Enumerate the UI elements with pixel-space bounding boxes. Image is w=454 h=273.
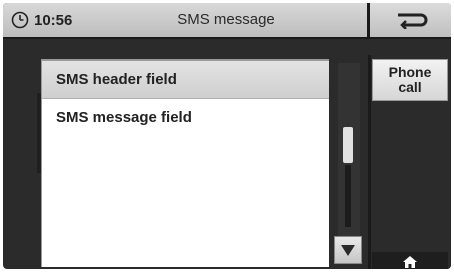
triangle-down-icon xyxy=(341,245,355,256)
back-arrow-icon xyxy=(398,13,428,29)
sms-header-field[interactable]: SMS header field xyxy=(42,61,329,99)
home-icon xyxy=(403,256,417,268)
phone-call-label-line1: Phone xyxy=(388,64,432,80)
sms-header-field-label: SMS header field xyxy=(56,71,177,88)
screen-title: SMS message xyxy=(177,11,275,28)
sms-message-field-label: SMS message field xyxy=(56,109,192,126)
home-button[interactable] xyxy=(372,252,448,269)
clock-time: 10:56 xyxy=(34,11,73,29)
clock-icon xyxy=(11,11,29,29)
sms-field-list: SMS header field SMS message field xyxy=(41,59,329,267)
title-bar: 10:56 SMS message xyxy=(3,3,451,39)
sms-screen: 10:56 SMS message SMS header field SMS m… xyxy=(3,3,451,269)
back-button[interactable] xyxy=(367,3,451,37)
scroll-down-button[interactable] xyxy=(334,236,362,264)
scrollbar-rail xyxy=(345,165,351,227)
scrollbar-thumb[interactable] xyxy=(343,127,353,163)
clock: 10:56 xyxy=(3,3,91,37)
phone-call-label-line2: call xyxy=(398,79,422,95)
sms-message-field[interactable]: SMS message field xyxy=(42,99,329,137)
phone-call-button[interactable]: Phone call xyxy=(372,59,448,101)
scrollbar-track[interactable] xyxy=(338,63,360,263)
